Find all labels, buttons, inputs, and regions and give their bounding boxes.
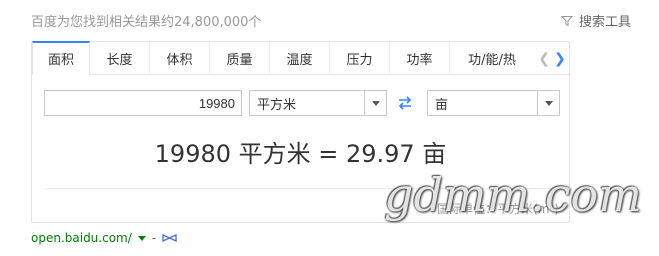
tab-power[interactable]: 功率: [390, 42, 450, 75]
chevron-down-icon: [371, 100, 380, 106]
chevron-left-icon[interactable]: ❮: [538, 51, 550, 67]
unit-converter-card: 面积 长度 体积 质量 温度 压力 功率 功/能/热 ❮ ❯ 平方米 亩 199…: [31, 41, 570, 223]
source-line: open.baidu.com/ -: [31, 231, 177, 245]
from-unit-value: 平方米: [257, 97, 297, 113]
search-tools-button[interactable]: 搜索工具: [560, 11, 631, 30]
tab-work-energy-heat[interactable]: 功/能/热: [450, 42, 534, 75]
source-separator: -: [151, 231, 157, 245]
to-unit-value: 亩: [435, 97, 449, 113]
chevron-down-icon: [544, 100, 553, 106]
swap-units-button[interactable]: [395, 94, 415, 112]
value-input[interactable]: [44, 90, 242, 116]
chevron-right-icon[interactable]: ❯: [554, 51, 566, 67]
tab-volume[interactable]: 体积: [150, 42, 210, 75]
swap-arrows-icon: [398, 96, 412, 110]
from-unit-dropdown-arrow[interactable]: [364, 91, 386, 115]
tab-area[interactable]: 面积: [32, 41, 90, 75]
chevron-down-icon[interactable]: [137, 235, 146, 241]
tab-temperature[interactable]: 温度: [270, 42, 330, 75]
to-unit-select[interactable]: 亩: [427, 90, 560, 116]
bow-icon[interactable]: [162, 233, 177, 243]
unit-category-tabs: 面积 长度 体积 质量 温度 压力 功率 功/能/热 ❮ ❯: [32, 41, 569, 75]
conversion-result: 19980 平方米 = 29.97 亩: [154, 140, 447, 168]
from-unit-select[interactable]: 平方米: [249, 90, 387, 116]
filter-icon: [560, 15, 573, 26]
search-tools-label: 搜索工具: [578, 15, 631, 30]
intl-unit-note: 国际单位：平方米(m²): [437, 202, 559, 216]
divider: [46, 188, 555, 189]
to-unit-dropdown-arrow[interactable]: [537, 91, 559, 115]
tab-mass[interactable]: 质量: [210, 42, 270, 75]
result-header: 百度为您找到相关结果约24,800,000个 搜索工具: [31, 0, 631, 36]
tab-pressure[interactable]: 压力: [330, 42, 390, 75]
tab-navigation: ❮ ❯: [535, 42, 569, 75]
result-count: 百度为您找到相关结果约24,800,000个: [31, 15, 262, 30]
conversion-row: 平方米 亩: [44, 90, 560, 116]
tab-length[interactable]: 长度: [90, 42, 150, 75]
source-link[interactable]: open.baidu.com/: [31, 231, 132, 245]
